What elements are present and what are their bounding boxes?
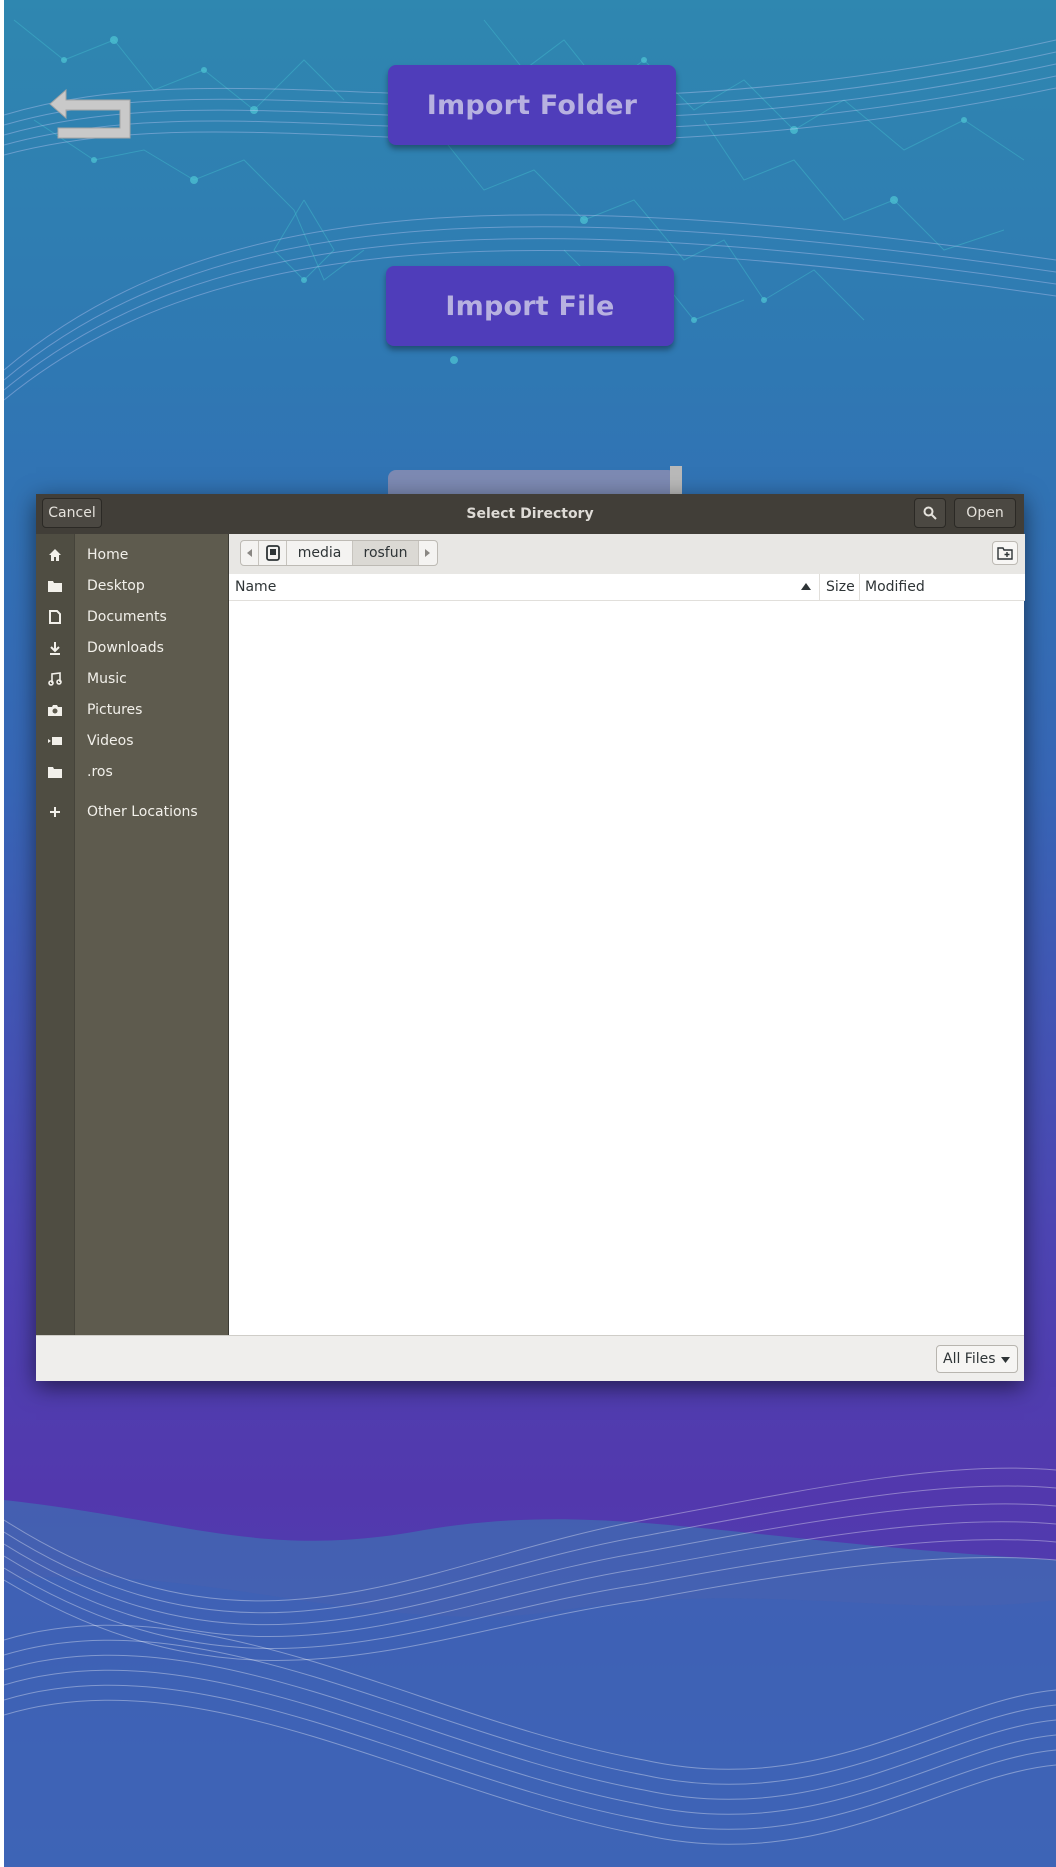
dialog-title: Select Directory [466,506,594,522]
sidebar-item-downloads[interactable]: Downloads [36,633,228,663]
sidebar-item-ros[interactable]: .ros [36,757,228,787]
folder-icon [45,577,65,595]
sidebar-item-desktop[interactable]: Desktop [36,571,228,601]
sidebar-item-documents[interactable]: Documents [36,602,228,632]
sidebar-item-videos[interactable]: Videos [36,726,228,756]
dialog-footer: All Files [36,1335,1024,1381]
import-folder-button[interactable]: Import Folder [388,65,676,145]
file-browser-pane: media rosfun Name Size Modified [228,534,1025,1335]
path-segment-drive[interactable] [259,541,287,565]
sidebar-item-label: Documents [87,609,167,625]
sidebar-item-label: Music [87,671,127,687]
column-modified-label: Modified [865,579,925,595]
sidebar-item-music[interactable]: Music [36,664,228,694]
folder-icon [45,763,65,781]
camera-icon [45,701,65,719]
back-button[interactable] [46,80,146,144]
path-breadcrumb: media rosfun [240,540,438,566]
music-icon [45,670,65,688]
path-segment-media[interactable]: media [287,541,353,565]
open-button[interactable]: Open [954,498,1016,528]
drive-icon [265,545,280,561]
scroll-handle [670,466,682,494]
sidebar-item-label: Videos [87,733,134,749]
sort-ascending-icon [801,583,811,590]
download-icon [45,639,65,657]
obscured-button [388,470,676,494]
search-button[interactable] [914,498,946,528]
file-list-header: Name Size Modified [229,574,1025,601]
sidebar-item-home[interactable]: Home [36,540,228,570]
chevron-right-icon [425,549,430,557]
chevron-down-icon [1001,1357,1010,1363]
column-size[interactable]: Size [819,574,860,600]
create-folder-button[interactable] [992,541,1018,565]
sidebar-item-label: Other Locations [87,804,198,820]
sidebar-item-pictures[interactable]: Pictures [36,695,228,725]
sidebar-item-label: Desktop [87,578,145,594]
chevron-left-icon [246,549,252,557]
file-list[interactable] [229,601,1025,1335]
sidebar-item-label: .ros [87,764,113,780]
home-icon [45,546,65,564]
column-name[interactable]: Name [235,574,815,600]
back-arrow-icon [49,88,131,139]
path-segment-rosfun[interactable]: rosfun [353,541,419,565]
sidebar-item-label: Pictures [87,702,143,718]
plus-icon [45,803,65,821]
new-folder-icon [997,546,1013,560]
path-back-arrow[interactable] [241,541,259,565]
select-directory-dialog: Cancel Select Directory Open Home Deskto… [36,494,1025,1381]
path-forward-arrow[interactable] [419,541,437,565]
document-icon [45,608,65,626]
import-file-button[interactable]: Import File [386,266,674,346]
video-icon [45,732,65,750]
search-icon [923,506,937,520]
column-size-label: Size [826,579,855,595]
column-modified[interactable]: Modified [859,574,1031,600]
column-name-label: Name [235,579,277,595]
places-sidebar: Home Desktop Documents Downloads Music P… [36,534,228,1335]
path-bar: media rosfun [229,534,1025,574]
file-filter-dropdown[interactable]: All Files [936,1345,1018,1373]
sidebar-item-label: Downloads [87,640,164,656]
file-filter-label: All Files [943,1351,996,1367]
sidebar-item-label: Home [87,547,129,563]
sidebar-item-other-locations[interactable]: Other Locations [36,797,228,827]
dialog-titlebar: Cancel Select Directory Open [36,494,1024,534]
